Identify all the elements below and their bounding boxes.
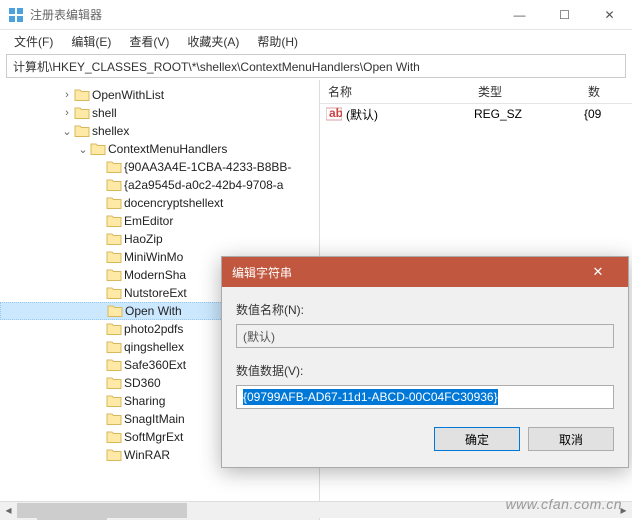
dialog-titlebar[interactable]: 编辑字符串 ✕	[222, 257, 628, 287]
folder-icon	[106, 214, 122, 228]
maximize-button[interactable]: ☐	[542, 0, 587, 30]
folder-icon	[74, 88, 90, 102]
folder-icon	[106, 430, 122, 444]
tree-item[interactable]: docencryptshellext	[0, 194, 319, 212]
folder-icon	[106, 250, 122, 264]
folder-icon	[74, 106, 90, 120]
tree-item-label: HaoZip	[124, 232, 163, 246]
cancel-button[interactable]: 取消	[528, 427, 614, 451]
ok-button[interactable]: 确定	[434, 427, 520, 451]
folder-icon	[106, 268, 122, 282]
tree-item-label: shell	[92, 106, 117, 120]
address-text: 计算机\HKEY_CLASSES_ROOT\*\shellex\ContextM…	[13, 58, 420, 75]
folder-icon	[106, 196, 122, 210]
folder-icon	[106, 394, 122, 408]
folder-icon	[107, 304, 123, 318]
tree-item-label: Sharing	[124, 394, 165, 408]
app-icon	[8, 7, 24, 23]
tree-item-label: NutstoreExt	[124, 286, 187, 300]
tree-item[interactable]: ⌄ shellex	[0, 122, 319, 140]
tree-item-label: shellex	[92, 124, 129, 138]
menu-edit[interactable]: 编辑(E)	[63, 31, 119, 52]
folder-icon	[106, 412, 122, 426]
tree-item-label: qingshellex	[124, 340, 184, 354]
tree-item[interactable]: › OpenWithList	[0, 86, 319, 104]
tree-item-label: Safe360Ext	[124, 358, 186, 372]
edit-string-dialog: 编辑字符串 ✕ 数值名称(N): (默认) 数值数据(V): {09799AFB…	[221, 256, 629, 468]
string-value-icon: ab	[326, 107, 342, 121]
tree-item[interactable]: {90AA3A4E-1CBA-4233-B8BB-	[0, 158, 319, 176]
tree-item-label: MiniWinMo	[124, 250, 183, 264]
menu-view[interactable]: 查看(V)	[121, 31, 177, 52]
col-type[interactable]: 类型	[470, 83, 580, 100]
tree-item[interactable]: › shell	[0, 104, 319, 122]
tree-item-label: OpenWithList	[92, 88, 164, 102]
tree-item-label: Open With	[125, 304, 182, 318]
titlebar: 注册表编辑器 — ☐ ✕	[0, 0, 632, 30]
expand-icon[interactable]: ⌄	[60, 125, 74, 138]
menu-help[interactable]: 帮助(H)	[249, 31, 306, 52]
dialog-title: 编辑字符串	[232, 264, 578, 281]
tree-item-label: SD360	[124, 376, 161, 390]
tree-item-label: SnagItMain	[124, 412, 185, 426]
folder-icon	[106, 178, 122, 192]
tree-item[interactable]: {a2a9545d-a0c2-42b4-9708-a	[0, 176, 319, 194]
tree-item-label: photo2pdfs	[124, 322, 183, 336]
watermark: www.cfan.com.cn	[506, 496, 622, 512]
folder-icon	[106, 232, 122, 246]
svg-text:ab: ab	[329, 107, 342, 120]
tree-item-label: ModernSha	[124, 268, 186, 282]
tree-item-label: SoftMgrExt	[124, 430, 183, 444]
expand-icon[interactable]: ›	[60, 107, 74, 119]
tree-item[interactable]: EmEditor	[0, 212, 319, 230]
dialog-close-icon[interactable]: ✕	[578, 264, 618, 280]
value-data: {09	[584, 107, 601, 121]
list-header: 名称 类型 数	[320, 80, 632, 104]
tree-item-label: WinRAR	[124, 448, 170, 462]
menu-favorites[interactable]: 收藏夹(A)	[179, 31, 247, 52]
expand-icon[interactable]: ›	[60, 89, 74, 101]
folder-icon	[106, 286, 122, 300]
folder-icon	[106, 448, 122, 462]
close-button[interactable]: ✕	[587, 0, 632, 30]
folder-icon	[90, 142, 106, 156]
folder-icon	[106, 160, 122, 174]
folder-icon	[74, 124, 90, 138]
value-data-input[interactable]: {09799AFB-AD67-11d1-ABCD-00C04FC30936}	[236, 385, 614, 409]
folder-icon	[106, 358, 122, 372]
col-name[interactable]: 名称	[320, 83, 470, 100]
value-data-label: 数值数据(V):	[236, 362, 614, 379]
tree-item-label: {90AA3A4E-1CBA-4233-B8BB-	[124, 160, 291, 174]
folder-icon	[106, 376, 122, 390]
tree-item-label: docencryptshellext	[124, 196, 223, 210]
folder-icon	[106, 322, 122, 336]
window-title: 注册表编辑器	[30, 6, 497, 23]
address-bar[interactable]: 计算机\HKEY_CLASSES_ROOT\*\shellex\ContextM…	[6, 54, 626, 78]
value-type: REG_SZ	[474, 107, 584, 121]
minimize-button[interactable]: —	[497, 0, 542, 30]
folder-icon	[106, 340, 122, 354]
value-name: (默认)	[346, 106, 474, 123]
tree-item-label: {a2a9545d-a0c2-42b4-9708-a	[124, 178, 283, 192]
tree-item-label: ContextMenuHandlers	[108, 142, 227, 156]
expand-icon[interactable]: ⌄	[76, 143, 90, 156]
menu-file[interactable]: 文件(F)	[6, 31, 61, 52]
col-data[interactable]: 数	[580, 83, 632, 100]
value-name-input: (默认)	[236, 324, 614, 348]
tree-item[interactable]: ⌄ ContextMenuHandlers	[0, 140, 319, 158]
tree-item-label: EmEditor	[124, 214, 173, 228]
tree-item[interactable]: HaoZip	[0, 230, 319, 248]
list-row[interactable]: ab (默认) REG_SZ {09	[320, 104, 632, 124]
menubar: 文件(F) 编辑(E) 查看(V) 收藏夹(A) 帮助(H)	[0, 30, 632, 52]
value-name-label: 数值名称(N):	[236, 301, 614, 318]
